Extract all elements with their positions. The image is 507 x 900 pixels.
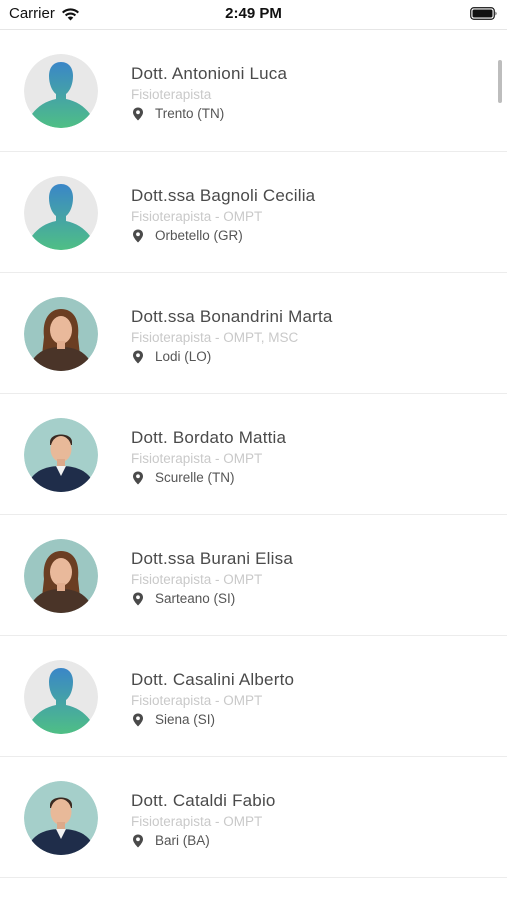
doctor-location-label: Trento (TN): [155, 106, 225, 121]
avatar-placeholder-icon: [24, 660, 98, 734]
doctor-list[interactable]: Dott. Antonioni Luca Fisioterapista Trento…: [0, 30, 507, 878]
doctor-role: Fisioterapista: [131, 87, 212, 102]
location-pin-icon: [133, 350, 143, 363]
doctor-list-item[interactable]: Dott.ssa Burani Elisa Fisioterapista - OM…: [0, 515, 507, 636]
doctor-location: Trento (TN): [131, 106, 224, 121]
doctor-name: Dott. Antonioni Luca: [131, 64, 288, 83]
location-pin-icon: [133, 592, 143, 605]
doctor-role: Fisioterapista - OMPT, MSC: [131, 330, 299, 345]
avatar-photo: [24, 418, 98, 492]
doctor-list-item[interactable]: Dott.ssa Bagnoli Cecilia Fisioterapista -…: [0, 152, 507, 273]
status-time: 2:49 PM: [225, 5, 282, 22]
doctor-role: Fisioterapista - OMPT: [131, 209, 263, 224]
doctor-list-item[interactable]: Dott. Cataldi Fabio Fisioterapista - OMPT…: [0, 757, 507, 878]
location-pin-icon: [133, 834, 143, 847]
doctor-list-item[interactable]: Dott. Bordato Mattia Fisioterapista - OMP…: [0, 394, 507, 515]
doctor-role: Fisioterapista - OMPT: [131, 451, 263, 466]
doctor-location: Scurelle (TN): [131, 470, 235, 485]
doctor-name: Dott. Bordato Mattia: [131, 428, 287, 447]
doctor-name: Dott. Cataldi Fabio: [131, 791, 276, 810]
doctor-name: Dott.ssa Bonandrini Marta: [131, 307, 333, 326]
doctor-name: Dott. Casalini Alberto: [131, 670, 295, 689]
doctor-name: Dott.ssa Burani Elisa: [131, 549, 293, 568]
doctor-location: Orbetello (GR): [131, 228, 243, 243]
doctor-role: Fisioterapista - OMPT: [131, 572, 263, 587]
doctor-location: Siena (SI): [131, 712, 215, 727]
avatar-placeholder-icon: [24, 54, 98, 128]
doctor-location-label: Lodi (LO): [155, 349, 212, 364]
doctor-list-item[interactable]: Dott.ssa Bonandrini Marta Fisioterapista …: [0, 273, 507, 394]
location-pin-icon: [133, 107, 143, 120]
doctor-location-label: Sarteano (SI): [155, 591, 236, 606]
doctor-location-label: Siena (SI): [155, 712, 216, 727]
doctor-role: Fisioterapista - OMPT: [131, 693, 263, 708]
doctor-list-item[interactable]: Dott. Casalini Alberto Fisioterapista - O…: [0, 636, 507, 757]
avatar-photo: [24, 781, 98, 855]
avatar-photo: [24, 297, 98, 371]
doctor-location-label: Orbetello (GR): [155, 228, 243, 243]
avatar-placeholder-icon: [24, 176, 98, 250]
doctor-location-label: Scurelle (TN): [155, 470, 235, 485]
scrollbar[interactable]: [498, 60, 502, 103]
status-bar: Carrier 2:49 PM: [0, 0, 507, 30]
doctor-name: Dott.ssa Bagnoli Cecilia: [131, 186, 316, 205]
location-pin-icon: [133, 471, 143, 484]
doctor-location: Sarteano (SI): [131, 591, 235, 606]
doctor-list-item[interactable]: Dott. Antonioni Luca Fisioterapista Trento…: [0, 30, 507, 152]
avatar-photo: [24, 539, 98, 613]
location-pin-icon: [133, 713, 143, 726]
doctor-location-label: Bari (BA): [155, 833, 210, 848]
doctor-role: Fisioterapista - OMPT: [131, 814, 263, 829]
location-pin-icon: [133, 229, 143, 242]
doctor-location: Lodi (LO): [131, 349, 211, 364]
battery-icon: [470, 7, 497, 20]
doctor-location: Bari (BA): [131, 833, 210, 848]
